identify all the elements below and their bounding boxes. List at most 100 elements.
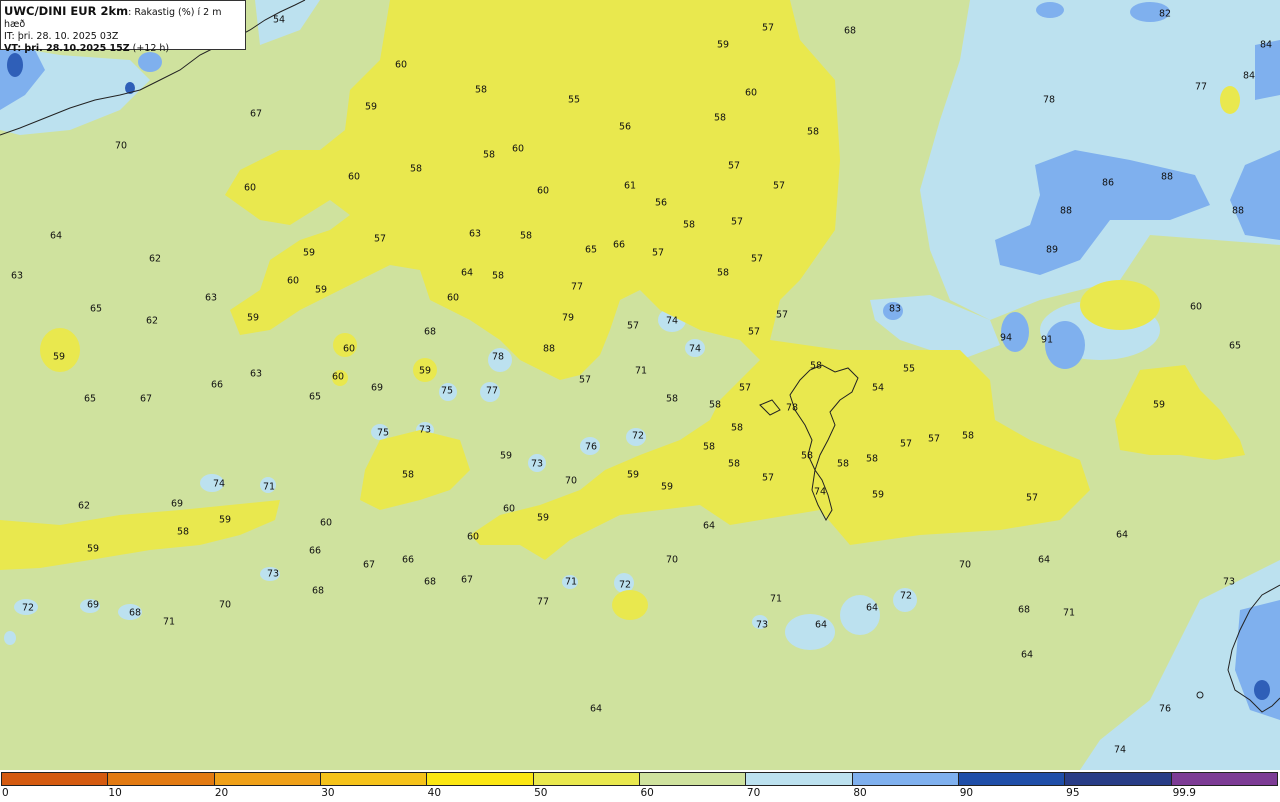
humidity-value-label: 61 bbox=[624, 181, 636, 192]
humidity-value-label: 89 bbox=[1046, 245, 1058, 256]
legend-label: 30 bbox=[321, 787, 335, 799]
humidity-value-label: 60 bbox=[332, 372, 344, 383]
humidity-value-label: 88 bbox=[543, 344, 555, 355]
humidity-value-label: 59 bbox=[303, 248, 315, 259]
humidity-value-label: 74 bbox=[213, 479, 225, 490]
humidity-value-label: 78 bbox=[1043, 95, 1055, 106]
humidity-value-label: 72 bbox=[900, 591, 912, 602]
humidity-value-label: 72 bbox=[619, 580, 631, 591]
humidity-value-label: 69 bbox=[87, 600, 99, 611]
humidity-value-label: 58 bbox=[962, 431, 974, 442]
humidity-value-label: 58 bbox=[410, 164, 422, 175]
humidity-value-label: 73 bbox=[267, 569, 279, 580]
humidity-value-label: 82 bbox=[1159, 9, 1171, 20]
humidity-value-label: 77 bbox=[1195, 82, 1207, 93]
humidity-value-label: 74 bbox=[689, 344, 701, 355]
humidity-value-label: 58 bbox=[717, 268, 729, 279]
humidity-value-label: 71 bbox=[635, 366, 647, 377]
humidity-value-label: 64 bbox=[461, 268, 473, 279]
humidity-value-label: 58 bbox=[709, 400, 721, 411]
humidity-value-label: 59 bbox=[537, 513, 549, 524]
legend-label: 50 bbox=[534, 787, 548, 799]
humidity-value-label: 71 bbox=[1063, 608, 1075, 619]
humidity-value-label: 58 bbox=[483, 150, 495, 161]
humidity-value-label: 65 bbox=[1229, 341, 1241, 352]
humidity-value-label: 68 bbox=[312, 586, 324, 597]
humidity-value-label: 58 bbox=[837, 459, 849, 470]
humidity-value-label: 60 bbox=[1190, 302, 1202, 313]
legend-swatch bbox=[958, 773, 1066, 785]
humidity-value-label: 57 bbox=[776, 310, 788, 321]
humidity-value-label: 64 bbox=[1116, 530, 1128, 541]
humidity-value-label: 73 bbox=[756, 620, 768, 631]
legend-label: 99.9 bbox=[1172, 787, 1196, 799]
humidity-value-label: 58 bbox=[703, 442, 715, 453]
humidity-value-label: 63 bbox=[11, 271, 23, 282]
humidity-value-label: 67 bbox=[140, 394, 152, 405]
map-title: UWC/DINI EUR 2km: Rakastig (%) í 2 m hæð bbox=[4, 4, 222, 30]
humidity-value-label: 94 bbox=[1000, 333, 1012, 344]
humidity-value-label: 59 bbox=[219, 515, 231, 526]
humidity-value-label: 62 bbox=[78, 501, 90, 512]
humidity-value-label: 58 bbox=[731, 423, 743, 434]
humidity-value-label: 57 bbox=[748, 327, 760, 338]
humidity-value-label: 64 bbox=[50, 231, 62, 242]
humidity-value-label: 58 bbox=[810, 361, 822, 372]
humidity-value-label: 62 bbox=[149, 254, 161, 265]
map-info-box: UWC/DINI EUR 2km: Rakastig (%) í 2 m hæð… bbox=[0, 0, 246, 54]
legend-swatch bbox=[2, 773, 109, 785]
humidity-value-label: 73 bbox=[531, 459, 543, 470]
humidity-value-label: 84 bbox=[1260, 40, 1272, 51]
humidity-value-label: 58 bbox=[492, 271, 504, 282]
humidity-value-label: 58 bbox=[666, 394, 678, 405]
color-legend-swatches bbox=[1, 772, 1278, 786]
humidity-value-label: 64 bbox=[866, 603, 878, 614]
legend-label: 10 bbox=[108, 787, 122, 799]
humidity-value-label: 68 bbox=[844, 26, 856, 37]
humidity-value-label: 56 bbox=[655, 198, 667, 209]
humidity-value-label: 60 bbox=[395, 60, 407, 71]
legend-swatch bbox=[214, 773, 321, 785]
humidity-value-label: 91 bbox=[1041, 335, 1053, 346]
legend-swatch bbox=[746, 773, 853, 785]
humidity-value-label: 64 bbox=[1021, 650, 1033, 661]
humidity-value-label: 60 bbox=[503, 504, 515, 515]
humidity-value-label: 69 bbox=[171, 499, 183, 510]
humidity-value-label: 72 bbox=[22, 603, 34, 614]
humidity-value-label: 57 bbox=[928, 434, 940, 445]
humidity-value-label: 68 bbox=[424, 577, 436, 588]
legend-label: 40 bbox=[427, 787, 442, 799]
humidity-value-label: 76 bbox=[585, 442, 597, 453]
legend-label: 20 bbox=[214, 787, 229, 799]
humidity-value-label: 59 bbox=[872, 490, 884, 501]
humidity-value-label: 77 bbox=[571, 282, 583, 293]
humidity-value-label: 58 bbox=[475, 85, 487, 96]
humidity-value-label: 62 bbox=[146, 316, 158, 327]
humidity-map[interactable]: 54 57 68 82 84 84 59 60 58 55 60 77 78 59 67 58 56 58 70 60… bbox=[0, 0, 1280, 770]
humidity-value-label: 57 bbox=[652, 248, 664, 259]
humidity-value-label: 55 bbox=[903, 364, 915, 375]
legend-swatch bbox=[108, 773, 215, 785]
humidity-value-label: 88 bbox=[1232, 206, 1244, 217]
humidity-value-label: 70 bbox=[666, 555, 678, 566]
humidity-value-label: 60 bbox=[244, 183, 256, 194]
humidity-value-label: 54 bbox=[273, 15, 285, 26]
humidity-value-label: 70 bbox=[565, 476, 577, 487]
humidity-value-label: 59 bbox=[247, 313, 259, 324]
humidity-value-label: 78 bbox=[492, 352, 504, 363]
humidity-value-label: 65 bbox=[309, 392, 321, 403]
humidity-value-label: 60 bbox=[343, 344, 355, 355]
humidity-value-label: 57 bbox=[751, 254, 763, 265]
legend-label: 70 bbox=[746, 787, 761, 799]
humidity-value-label: 60 bbox=[287, 276, 299, 287]
humidity-value-label: 60 bbox=[467, 532, 479, 543]
humidity-value-label: 67 bbox=[363, 560, 375, 571]
humidity-value-label: 59 bbox=[500, 451, 512, 462]
humidity-value-label: 60 bbox=[512, 144, 524, 155]
legend-label: 60 bbox=[640, 787, 654, 799]
humidity-value-label: 57 bbox=[728, 161, 740, 172]
humidity-value-label: 78 bbox=[786, 403, 798, 414]
legend-swatch bbox=[320, 773, 428, 785]
humidity-value-label: 63 bbox=[205, 293, 217, 304]
humidity-value-label: 55 bbox=[568, 95, 580, 106]
